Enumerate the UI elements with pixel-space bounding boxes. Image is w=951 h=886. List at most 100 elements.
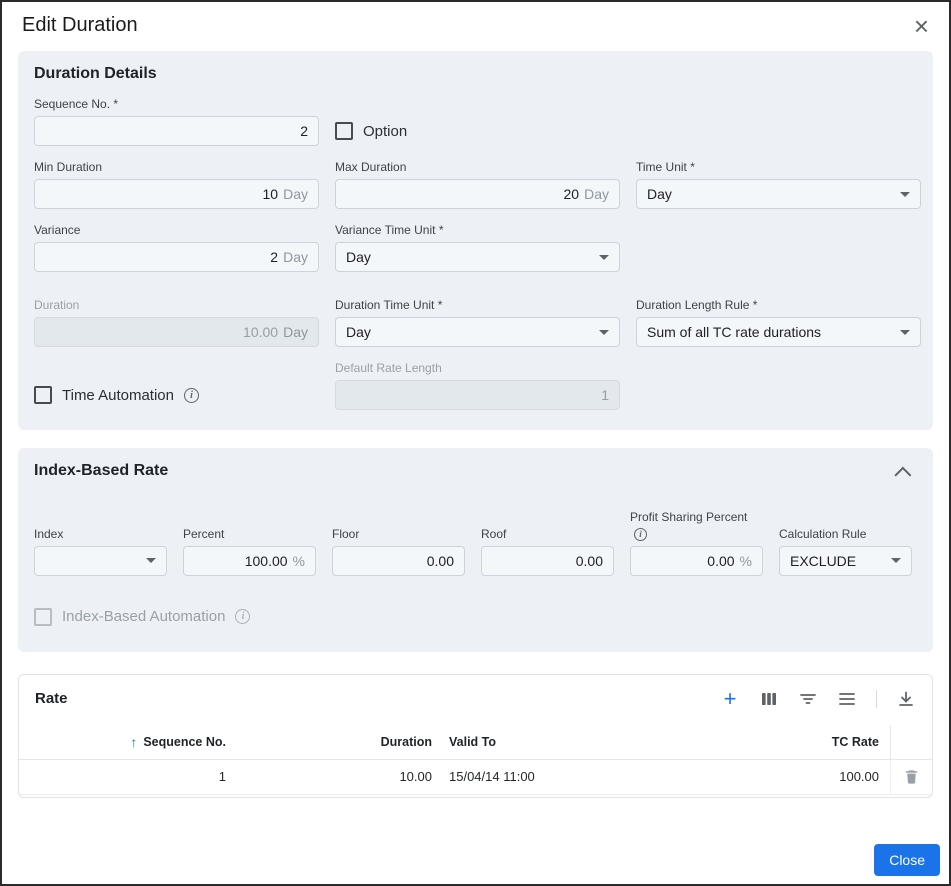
profit-sharing-percent-unit: % <box>740 553 752 569</box>
profit-sharing-percent-label: Profit Sharing Percent i <box>630 510 763 541</box>
index-field: Index <box>34 527 167 576</box>
variance-time-unit-field: Variance Time Unit * Day <box>335 223 620 272</box>
page-title: Edit Duration <box>22 14 138 37</box>
calculation-rule-label: Calculation Rule <box>779 527 912 541</box>
close-icon[interactable]: × <box>914 16 929 36</box>
variance-time-unit-label: Variance Time Unit * <box>335 223 620 237</box>
duration-value: 10.00 <box>243 324 278 340</box>
row-valid-to: 15/04/14 11:00 <box>432 769 535 784</box>
roof-field: Roof 0.00 <box>481 527 614 576</box>
duration-time-unit-select[interactable]: Day <box>335 317 620 347</box>
duration-length-rule-label: Duration Length Rule * <box>636 298 921 312</box>
rate-toolbar: + <box>720 689 916 709</box>
row-density-icon[interactable] <box>837 689 857 709</box>
max-duration-field: Max Duration 20 Day <box>335 160 620 209</box>
roof-label: Roof <box>481 527 614 541</box>
time-unit-select[interactable]: Day <box>636 179 921 209</box>
index-based-rate-title: Index-Based Rate <box>34 462 168 480</box>
index-based-automation-label: Index-Based Automation <box>62 608 225 625</box>
time-unit-field: Time Unit * Day <box>636 160 921 209</box>
add-row-icon[interactable]: + <box>720 689 740 709</box>
dialog-header: Edit Duration × <box>2 2 949 45</box>
index-select[interactable] <box>34 546 167 576</box>
calculation-rule-select[interactable]: EXCLUDE <box>779 546 912 576</box>
sort-ascending-icon[interactable]: ↑ <box>130 734 137 750</box>
duration-label: Duration <box>34 298 319 312</box>
variance-field: Variance 2 Day <box>34 223 319 272</box>
default-rate-length-field: Default Rate Length 1 <box>335 361 620 410</box>
profit-sharing-percent-input[interactable]: 0.00 % <box>630 546 763 576</box>
duration-length-rule-field: Duration Length Rule * Sum of all TC rat… <box>636 298 921 347</box>
max-duration-label: Max Duration <box>335 160 620 174</box>
column-header-tc-rate[interactable]: TC Rate <box>832 735 890 749</box>
sequence-no-field: Sequence No. * 2 <box>34 97 319 146</box>
time-automation-label: Time Automation <box>62 387 174 404</box>
floor-value: 0.00 <box>427 553 454 569</box>
chevron-down-icon <box>900 330 910 335</box>
duration-input: 10.00 Day <box>34 317 319 347</box>
option-checkbox-row: Option <box>335 116 620 146</box>
duration-length-rule-value: Sum of all TC rate durations <box>647 324 821 340</box>
percent-label: Percent <box>183 527 316 541</box>
max-duration-input[interactable]: 20 Day <box>335 179 620 209</box>
min-duration-value: 10 <box>263 186 279 202</box>
percent-value: 100.00 <box>245 553 288 569</box>
duration-time-unit-label: Duration Time Unit * <box>335 298 620 312</box>
profit-sharing-percent-field: Profit Sharing Percent i 0.00 % <box>630 510 763 576</box>
download-icon[interactable] <box>896 689 916 709</box>
option-checkbox[interactable] <box>335 122 353 140</box>
calculation-rule-value: EXCLUDE <box>790 553 856 569</box>
duration-field: Duration 10.00 Day <box>34 298 319 347</box>
info-icon[interactable]: i <box>634 528 647 541</box>
min-duration-field: Min Duration 10 Day <box>34 160 319 209</box>
default-rate-length-value: 1 <box>601 387 609 403</box>
filter-icon[interactable] <box>798 689 818 709</box>
percent-unit: % <box>293 553 305 569</box>
variance-value: 2 <box>270 249 278 265</box>
index-based-rate-section: Index-Based Rate Index Percent 100.00 % … <box>18 448 933 652</box>
profit-sharing-percent-label-text: Profit Sharing Percent <box>630 510 747 524</box>
info-icon[interactable]: i <box>184 388 199 403</box>
delete-row-icon[interactable] <box>903 768 920 785</box>
column-header-actions <box>890 725 932 759</box>
roof-value: 0.00 <box>576 553 603 569</box>
sequence-no-input[interactable]: 2 <box>34 116 319 146</box>
row-sequence-no: 1 <box>219 769 226 784</box>
roof-input[interactable]: 0.00 <box>481 546 614 576</box>
chevron-down-icon <box>891 558 901 563</box>
variance-time-unit-select[interactable]: Day <box>335 242 620 272</box>
variance-input[interactable]: 2 Day <box>34 242 319 272</box>
column-header-sequence-no[interactable]: ↑ Sequence No. <box>130 734 226 750</box>
min-duration-unit: Day <box>283 186 308 202</box>
duration-details-title: Duration Details <box>34 65 917 83</box>
duration-time-unit-value: Day <box>346 324 371 340</box>
duration-length-rule-select[interactable]: Sum of all TC rate durations <box>636 317 921 347</box>
floor-input[interactable]: 0.00 <box>332 546 465 576</box>
edit-duration-dialog: Edit Duration × Duration Details Sequenc… <box>0 0 951 886</box>
variance-label: Variance <box>34 223 319 237</box>
chevron-down-icon <box>599 330 609 335</box>
floor-field: Floor 0.00 <box>332 527 465 576</box>
min-duration-label: Min Duration <box>34 160 319 174</box>
dialog-footer: Close <box>2 844 949 884</box>
time-automation-checkbox[interactable] <box>34 386 52 404</box>
option-label: Option <box>363 123 407 140</box>
max-duration-value: 20 <box>564 186 580 202</box>
sequence-no-value: 2 <box>300 123 308 139</box>
columns-icon[interactable] <box>759 689 779 709</box>
close-button[interactable]: Close <box>874 844 940 876</box>
column-header-valid-to[interactable]: Valid To <box>432 735 496 749</box>
time-automation-row: Time Automation i <box>34 380 319 410</box>
calculation-rule-field: Calculation Rule EXCLUDE <box>779 527 912 576</box>
table-row[interactable]: 1 10.00 15/04/14 11:00 100.00 <box>19 760 932 795</box>
variance-unit: Day <box>283 249 308 265</box>
min-duration-input[interactable]: 10 Day <box>34 179 319 209</box>
time-unit-value: Day <box>647 186 672 202</box>
collapse-chevron-up-icon[interactable] <box>894 467 911 484</box>
chevron-down-icon <box>146 558 156 563</box>
row-duration: 10.00 <box>399 769 432 784</box>
column-header-duration[interactable]: Duration <box>381 735 432 749</box>
percent-input[interactable]: 100.00 % <box>183 546 316 576</box>
variance-time-unit-value: Day <box>346 249 371 265</box>
rate-table-header: ↑ Sequence No. Duration Valid To TC Rate <box>19 725 932 760</box>
